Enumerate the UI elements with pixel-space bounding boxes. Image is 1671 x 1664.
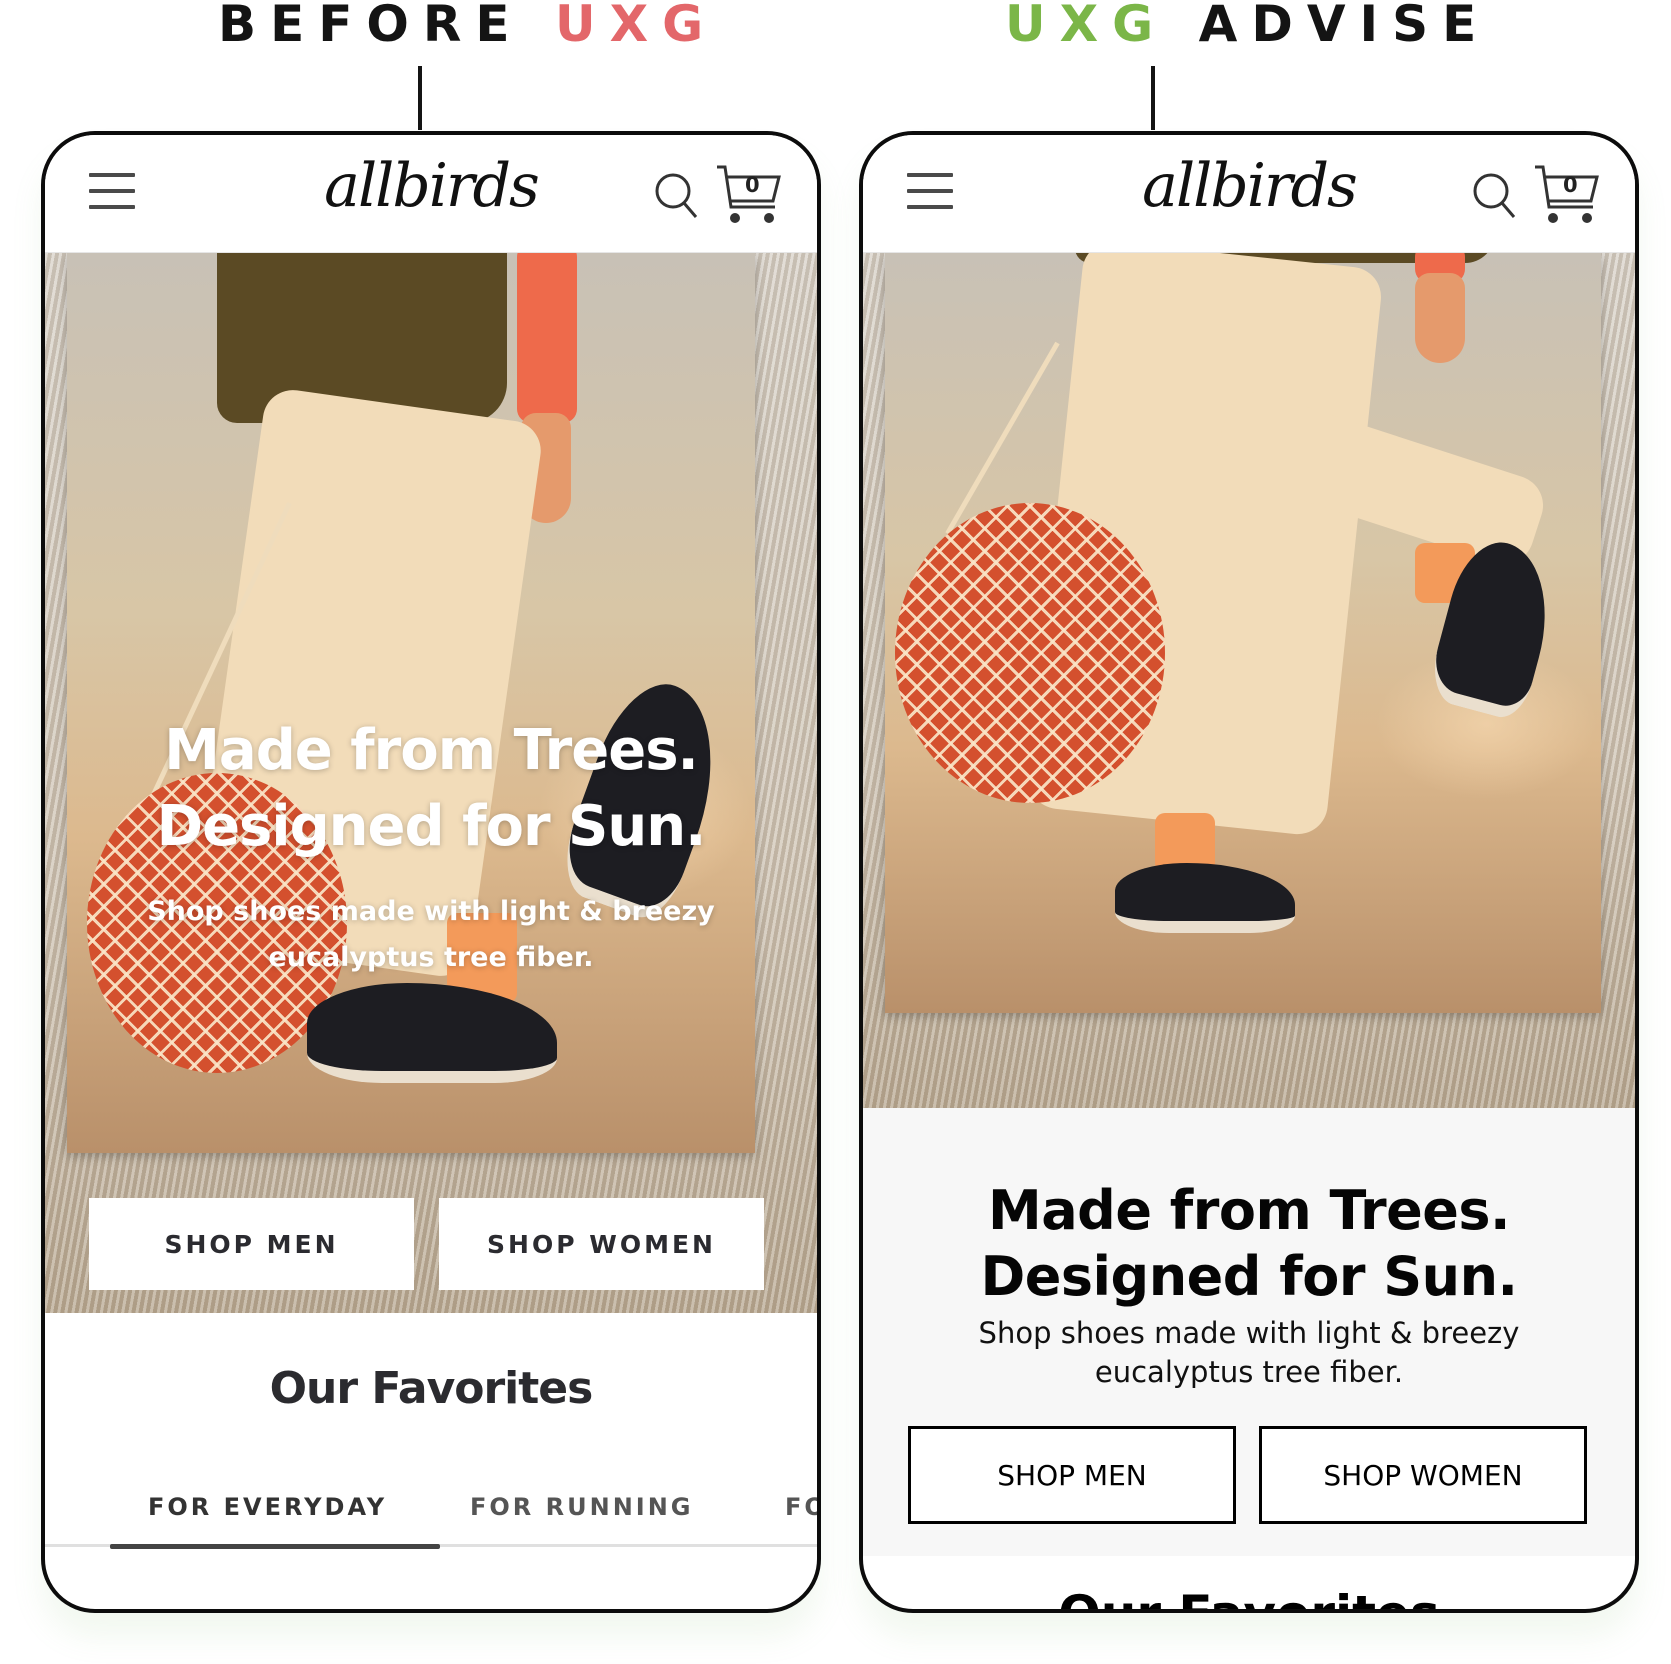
photo-shoe (307, 983, 557, 1083)
tab-truncated[interactable]: FO (785, 1493, 817, 1521)
logo-text[interactable]: allbirds (1142, 151, 1358, 221)
hero-banner: Made from Trees. Designed for Sun. Shop … (45, 253, 817, 1313)
site-header: allbirds 0 (863, 135, 1635, 253)
hero-text-section: Made from Trees. Designed for Sun. Shop … (863, 1108, 1635, 1556)
favorites-tabs: FOR EVERYDAY FOR RUNNING FO (45, 1493, 817, 1549)
hero-title-line-1: Made from Trees. (988, 1179, 1510, 1242)
connector-line-after (1151, 66, 1155, 130)
hero-photo (67, 253, 755, 1153)
active-tab-indicator (110, 1544, 440, 1549)
shop-men-button[interactable]: SHOP MEN (89, 1198, 414, 1290)
allbirds-logo: allbirds (863, 151, 1635, 221)
favorites-title: Our Favorites (269, 1363, 594, 1414)
hero-subtitle: Shop shoes made with light & breezy euca… (45, 889, 817, 981)
hero-title: Made from Trees. Designed for Sun. (863, 1178, 1635, 1310)
cart-count: 0 (1563, 173, 1578, 197)
hero-subtitle: Shop shoes made with light & breezy euca… (863, 1314, 1635, 1392)
shop-women-button[interactable]: SHOP WOMEN (439, 1198, 764, 1290)
site-header: allbirds 0 (45, 135, 817, 253)
cart-button[interactable]: 0 (715, 163, 783, 227)
after-phone-mockup: allbirds 0 Made from Trees. Designed for… (859, 131, 1639, 1613)
search-icon[interactable] (653, 171, 701, 223)
hero-subtitle-line-1: Shop shoes made with light & breezy (978, 1316, 1520, 1350)
shop-women-button[interactable]: SHOP WOMEN (1259, 1426, 1587, 1524)
hero-title-line-1: Made from Trees. (164, 718, 699, 783)
hero-subtitle-line-2: eucalyptus tree fiber. (268, 942, 594, 973)
heading-before-word: BEFORE (218, 0, 524, 53)
hero-title-line-2: Designed for Sun. (980, 1245, 1518, 1308)
before-phone-mockup: allbirds 0 Made from Trees. Designed for… (41, 131, 821, 1613)
photo-vest (217, 253, 507, 423)
hamburger-menu-icon[interactable] (89, 173, 135, 211)
hero-banner (863, 253, 1635, 1108)
search-icon[interactable] (1471, 171, 1519, 223)
heading-brand-uxg: UXG (555, 0, 718, 53)
photo-hand (1415, 273, 1465, 363)
hero-subtitle-line-2: eucalyptus tree fiber. (1094, 1355, 1404, 1389)
cart-count: 0 (745, 173, 760, 197)
hero-photo (885, 253, 1601, 1013)
hero-subtitle-line-1: Shop shoes made with light & breezy (147, 896, 715, 927)
hero-title: Made from Trees. Designed for Sun. (45, 713, 817, 865)
connector-line-before (418, 66, 422, 130)
tab-for-running[interactable]: FOR RUNNING (470, 1493, 694, 1521)
hero-title-line-2: Designed for Sun. (156, 794, 707, 859)
before-uxg-heading: BEFORE UXG (218, 0, 717, 54)
tab-for-everyday[interactable]: FOR EVERYDAY (148, 1493, 387, 1521)
hamburger-menu-icon[interactable] (907, 173, 953, 211)
logo-text[interactable]: allbirds (324, 151, 540, 221)
shop-men-button[interactable]: SHOP MEN (908, 1426, 1236, 1524)
photo-sleeve (517, 253, 577, 423)
heading-brand-uxg: UXG (1005, 0, 1168, 53)
favorites-title: Our Favorites (863, 1585, 1635, 1609)
uxg-advise-heading: UXG ADVISE (1005, 0, 1490, 54)
photo-shoe (1115, 863, 1295, 933)
allbirds-logo: allbirds (45, 151, 817, 221)
heading-advise-word: ADVISE (1198, 0, 1491, 53)
cart-button[interactable]: 0 (1533, 163, 1601, 227)
photo-net-bag (895, 503, 1165, 803)
